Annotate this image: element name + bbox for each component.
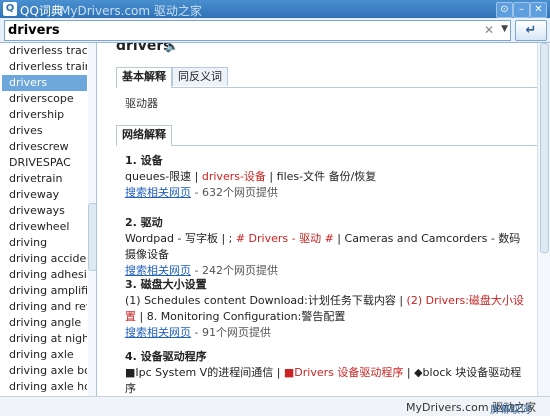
example-text: Wordpad - 写字板 | ; xyxy=(125,232,236,245)
screen-capture-button[interactable]: 屏幕取词 xyxy=(490,401,530,416)
clear-icon[interactable]: ✕ xyxy=(484,23,494,37)
highlighted-example: ■Drivers 设备驱动程序 xyxy=(283,366,404,379)
word-list-item[interactable]: drivership xyxy=(2,107,87,123)
word-list-item[interactable]: driving axle box xyxy=(2,363,87,379)
word-list-item[interactable]: drivewheel xyxy=(2,219,87,235)
word-list-item[interactable]: DRIVESPAC xyxy=(2,155,87,171)
window-title: QQ词典 xyxy=(20,4,63,18)
title-bar: Q QQ词典 MyDrivers.com 驱动之家 ⊙ – ✕ xyxy=(0,0,550,18)
word-list-item[interactable]: driving axle housing xyxy=(2,379,87,395)
net-definition-title: 3. 磁盘大小设置 xyxy=(125,278,207,291)
word-list-item[interactable]: driving adhesion co xyxy=(2,267,87,283)
word-list-item[interactable]: driveways xyxy=(2,203,87,219)
page-count: - 242个网页提供 xyxy=(191,264,278,277)
word-list-item[interactable]: drivescrew xyxy=(2,139,87,155)
example-text: | files-文件 备份/恢复 xyxy=(265,170,377,183)
highlighted-example: # Drivers - 驱动 # xyxy=(235,232,334,245)
status-bar: MyDrivers.com 驱动之家 屏幕取词 xyxy=(0,396,550,416)
example-text: ■Ipc System V的进程间通信 | xyxy=(125,366,284,379)
definition-panel: drivers 🔈 基本解释 同反义词 驱动器 网络解释 1. 设备 queues… xyxy=(97,43,537,396)
qq-dict-logo-icon: Q xyxy=(3,2,17,16)
net-definition-title: 2. 驱动 xyxy=(125,216,163,229)
content-scrollbar[interactable] xyxy=(537,43,550,396)
page-count: - 632个网页提供 xyxy=(191,186,278,199)
search-related-pages-link[interactable]: 搜索相关网页 xyxy=(125,264,191,277)
word-list-item[interactable]: driving and reversin xyxy=(2,299,87,315)
net-definition-examples: (1) Schedules content Download:计划任务下载内容 … xyxy=(125,293,530,325)
close-button[interactable]: ✕ xyxy=(530,2,547,18)
tab-net-definitions[interactable]: 网络解释 xyxy=(116,125,172,146)
highlighted-example: drivers-设备 xyxy=(201,170,266,183)
net-definition-entry: 4. 设备驱动程序 ■Ipc System V的进程间通信 | ■Drivers … xyxy=(125,349,530,396)
word-list-item[interactable]: driverscope xyxy=(2,91,87,107)
word-list-scrollbar[interactable] xyxy=(88,43,96,396)
example-text: (1) Schedules content Download:计划任务下载内容 … xyxy=(125,294,407,307)
chevron-down-icon[interactable]: ▼ xyxy=(501,24,508,34)
word-list-item[interactable]: driveway xyxy=(2,187,87,203)
pin-button[interactable]: ⊙ xyxy=(496,2,513,18)
word-list-item[interactable]: driverless train xyxy=(2,59,87,75)
net-definition-examples: ■Ipc System V的进程间通信 | ■Drivers 设备驱动程序 | … xyxy=(125,365,530,396)
word-list-item[interactable]: driverless tractor xyxy=(2,43,87,59)
tab-basic[interactable]: 基本解释 xyxy=(116,67,172,88)
search-related-pages-link[interactable]: 搜索相关网页 xyxy=(125,186,191,199)
word-list-panel: driverless tractordriverless traindriver… xyxy=(0,43,97,396)
word-list-scroll-thumb[interactable] xyxy=(88,203,96,271)
definition-tabs: 基本解释 同反义词 xyxy=(116,67,537,88)
net-definition-entry: 3. 磁盘大小设置 (1) Schedules content Download:… xyxy=(125,277,530,341)
watermark: MyDrivers.com 驱动之家 xyxy=(60,4,202,18)
net-tabs: 网络解释 xyxy=(116,125,537,146)
word-list-item[interactable]: drives xyxy=(2,123,87,139)
search-button[interactable]: ↵ xyxy=(515,20,547,41)
basic-definition: 驱动器 xyxy=(125,97,158,110)
word-list-item[interactable]: drivetrain xyxy=(2,171,87,187)
example-text: | 8. Monitoring Configuration:警告配置 xyxy=(136,310,346,323)
tab-synonyms[interactable]: 同反义词 xyxy=(172,67,228,86)
word-list-item[interactable]: driving at night xyxy=(2,331,87,347)
word-list-item[interactable]: drivers xyxy=(2,75,87,91)
speaker-icon[interactable]: 🔈 xyxy=(165,43,179,53)
net-definition-entry: 1. 设备 queues-限速 | drivers-设备 | files-文件 备… xyxy=(125,153,530,201)
net-definition-entry: 2. 驱动 Wordpad - 写字板 | ; # Drivers - 驱动 # … xyxy=(125,215,530,279)
net-definition-title: 4. 设备驱动程序 xyxy=(125,350,207,363)
search-bar: ✕ ▼ ↵ xyxy=(0,18,550,43)
word-list-item[interactable]: driving angle xyxy=(2,315,87,331)
word-list-item[interactable]: driving amplifier xyxy=(2,283,87,299)
net-definition-title: 1. 设备 xyxy=(125,154,163,167)
example-text: queues-限速 | xyxy=(125,170,202,183)
search-box: ✕ ▼ xyxy=(4,20,511,41)
search-input[interactable] xyxy=(8,21,478,40)
headword: drivers xyxy=(116,43,172,54)
minimize-button[interactable]: – xyxy=(513,2,530,18)
word-list-item[interactable]: driving axle xyxy=(2,347,87,363)
net-definition-examples: Wordpad - 写字板 | ; # Drivers - 驱动 # | Cam… xyxy=(125,231,530,263)
net-definition-examples: queues-限速 | drivers-设备 | files-文件 备份/恢复 xyxy=(125,169,530,185)
search-related-pages-link[interactable]: 搜索相关网页 xyxy=(125,326,191,339)
word-list-item[interactable]: driving accident xyxy=(2,251,87,267)
content-scroll-thumb[interactable] xyxy=(540,43,549,253)
word-list: driverless tractordriverless traindriver… xyxy=(2,43,87,395)
page-count: - 91个网页提供 xyxy=(191,326,271,339)
word-list-item[interactable]: driving xyxy=(2,235,87,251)
